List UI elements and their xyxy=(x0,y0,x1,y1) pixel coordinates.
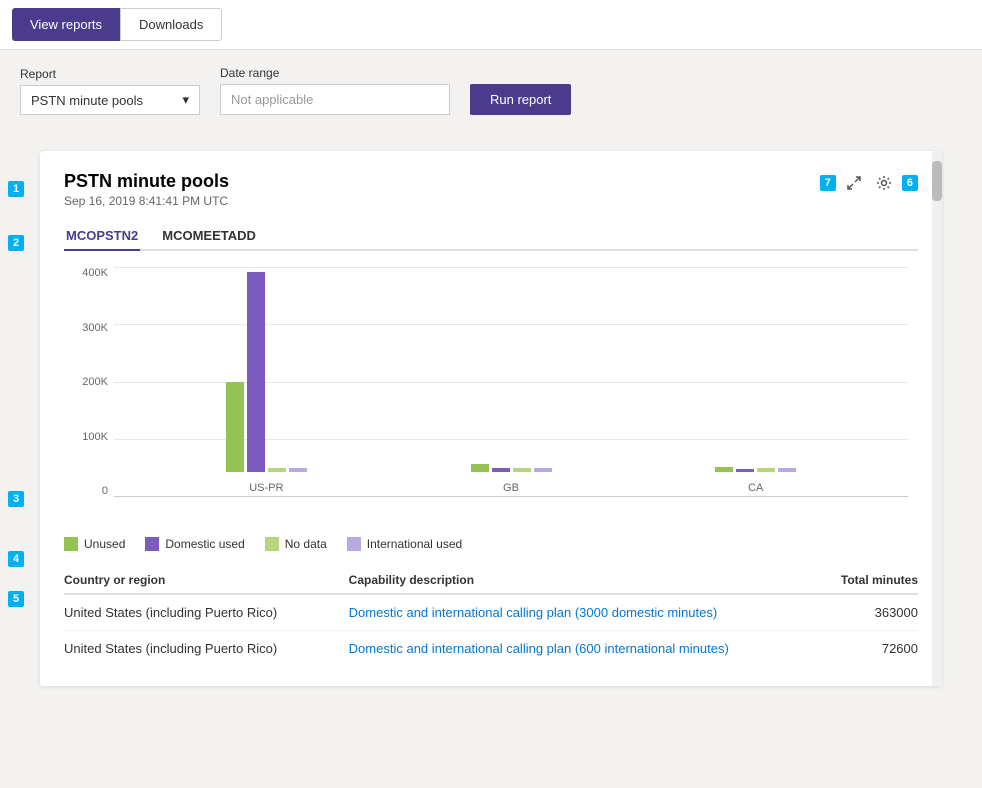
scrollbar-thumb[interactable] xyxy=(932,161,942,201)
legend-no-data: No data xyxy=(265,537,327,551)
date-range-filter-group: Date range Not applicable xyxy=(220,66,450,115)
row2-total: 72600 xyxy=(776,641,918,656)
col-header-total: Total minutes xyxy=(776,573,918,587)
row2-capability-link[interactable]: Domestic and international calling plan … xyxy=(349,641,729,656)
bar-ca-green xyxy=(715,467,733,472)
legend-color-domestic xyxy=(145,537,159,551)
table-header: Country or region Capability description… xyxy=(64,567,918,595)
bar-uspr-purple xyxy=(247,272,265,472)
legend-color-nodata xyxy=(265,537,279,551)
bar-gb-lightgreen xyxy=(513,468,531,472)
row1-capability-link[interactable]: Domestic and international calling plan … xyxy=(349,605,718,620)
badge-5: 5 xyxy=(8,591,24,607)
data-table: Country or region Capability description… xyxy=(64,567,918,666)
report-select-value: PSTN minute pools xyxy=(31,93,143,108)
bar-uspr-lavender xyxy=(289,468,307,472)
bar-ca-lavender xyxy=(778,468,796,472)
report-filter-group: Report PSTN minute pools ▾ xyxy=(20,67,200,115)
col-header-country: Country or region xyxy=(64,573,349,587)
chart-area: 400K 300K 200K 100K 0 xyxy=(64,267,918,527)
x-label-ca: CA xyxy=(633,482,878,494)
report-container: PSTN minute pools Sep 16, 2019 8:41:41 P… xyxy=(40,151,942,686)
bar-gb-purple xyxy=(492,468,510,472)
report-header: PSTN minute pools Sep 16, 2019 8:41:41 P… xyxy=(64,171,918,208)
y-label-300k: 300K xyxy=(82,322,108,334)
bar-ca-purple xyxy=(736,469,754,472)
badge-1: 1 xyxy=(8,181,24,197)
date-range-input[interactable]: Not applicable xyxy=(220,84,450,115)
x-label-uspr: US-PR xyxy=(144,482,389,494)
bar-cluster-ca xyxy=(633,467,878,472)
chart-plot: US-PR GB CA xyxy=(114,267,908,497)
badge-7: 7 xyxy=(820,175,836,191)
top-navigation: View reports Downloads xyxy=(0,0,982,50)
y-label-0: 0 xyxy=(102,485,108,497)
legend-international: International used xyxy=(347,537,462,551)
x-label-gb: GB xyxy=(389,482,634,494)
date-range-placeholder: Not applicable xyxy=(231,92,313,107)
tab-mcopstn2[interactable]: MCOPSTN2 xyxy=(64,222,140,251)
row2-capability: Domestic and international calling plan … xyxy=(349,641,776,656)
badge-2: 2 xyxy=(8,235,24,251)
date-range-label: Date range xyxy=(220,66,450,80)
legend-color-unused xyxy=(64,537,78,551)
chart-legend: Unused Domestic used No data Internation… xyxy=(64,537,918,551)
bar-uspr-lightgreen xyxy=(268,468,286,472)
table-row: United States (including Puerto Rico) Do… xyxy=(64,631,918,666)
bar-cluster-uspr xyxy=(144,272,389,472)
bar-gb-lavender xyxy=(534,468,552,472)
badge-6: 6 xyxy=(902,175,918,191)
legend-label-international: International used xyxy=(367,537,462,551)
bar-gb-green xyxy=(471,464,489,472)
settings-icon[interactable] xyxy=(872,171,896,195)
row2-country: United States (including Puerto Rico) xyxy=(64,641,349,656)
bar-ca-lightgreen xyxy=(757,468,775,472)
legend-unused: Unused xyxy=(64,537,125,551)
header-icons: 7 6 xyxy=(820,171,918,195)
row1-total: 363000 xyxy=(776,605,918,620)
col-header-capability: Capability description xyxy=(349,573,776,587)
row1-country: United States (including Puerto Rico) xyxy=(64,605,349,620)
view-reports-button[interactable]: View reports xyxy=(12,8,120,41)
table-row: United States (including Puerto Rico) Do… xyxy=(64,595,918,631)
report-date: Sep 16, 2019 8:41:41 PM UTC xyxy=(64,194,229,208)
expand-icon[interactable] xyxy=(842,171,866,195)
bars-container xyxy=(114,267,908,472)
tabs-row: MCOPSTN2 MCOMEETADD xyxy=(64,212,918,251)
badge-4: 4 xyxy=(8,551,24,567)
legend-label-unused: Unused xyxy=(84,537,125,551)
legend-label-domestic: Domestic used xyxy=(165,537,244,551)
legend-domestic-used: Domestic used xyxy=(145,537,244,551)
filter-bar: Report PSTN minute pools ▾ Date range No… xyxy=(0,50,982,135)
bar-uspr-green xyxy=(226,382,244,472)
vertical-scrollbar[interactable] xyxy=(932,151,942,686)
bar-cluster-gb xyxy=(389,464,634,472)
report-label: Report xyxy=(20,67,200,81)
run-report-button[interactable]: Run report xyxy=(470,84,571,115)
legend-color-international xyxy=(347,537,361,551)
y-axis: 400K 300K 200K 100K 0 xyxy=(64,267,114,497)
y-label-200k: 200K xyxy=(82,376,108,388)
tab-mcomeetadd[interactable]: MCOMEETADD xyxy=(160,222,258,251)
legend-label-nodata: No data xyxy=(285,537,327,551)
downloads-button[interactable]: Downloads xyxy=(120,8,222,41)
report-title: PSTN minute pools xyxy=(64,171,229,192)
report-select[interactable]: PSTN minute pools ▾ xyxy=(20,85,200,115)
x-labels: US-PR GB CA xyxy=(114,482,908,494)
chevron-down-icon: ▾ xyxy=(182,92,189,108)
y-label-400k: 400K xyxy=(82,267,108,279)
y-label-100k: 100K xyxy=(82,431,108,443)
row1-capability: Domestic and international calling plan … xyxy=(349,605,776,620)
badge-3: 3 xyxy=(8,491,24,507)
